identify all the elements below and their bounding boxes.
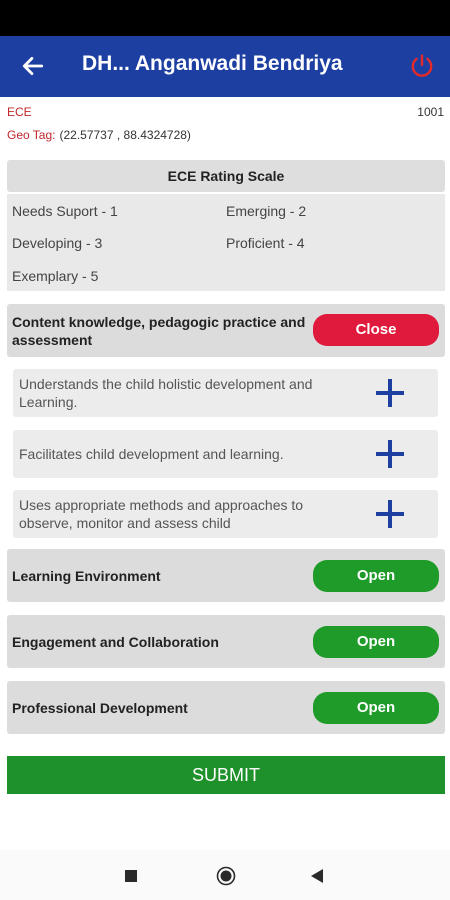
center-id: 1001 (417, 105, 444, 119)
section-content-knowledge: Content knowledge, pedagogic practice an… (7, 304, 445, 357)
section-title: Engagement and Collaboration (12, 634, 219, 650)
criterion-item: Uses appropriate methods and approaches … (13, 490, 438, 538)
open-section-button[interactable]: Open (313, 626, 439, 658)
program-label: ECE (7, 105, 32, 119)
criterion-text: Understands the child holistic developme… (19, 376, 313, 410)
close-section-button[interactable]: Close (313, 314, 439, 346)
geo-tag: Geo Tag: (22.57737 , 88.4324728) (7, 128, 191, 142)
recents-square-icon[interactable] (125, 870, 137, 882)
rating-scale-title: ECE Rating Scale (7, 160, 445, 192)
section-title: Content knowledge, pedagogic practice an… (12, 314, 306, 348)
criterion-text: Facilitates child development and learni… (19, 446, 284, 462)
scale-item-proficient: Proficient - 4 (226, 235, 305, 251)
scale-item-needs-support: Needs Suport - 1 (12, 203, 118, 219)
criterion-item: Facilitates child development and learni… (13, 430, 438, 478)
plus-icon[interactable] (374, 377, 406, 409)
open-section-button[interactable]: Open (313, 692, 439, 724)
back-triangle-icon[interactable] (310, 868, 324, 884)
scale-item-emerging: Emerging - 2 (226, 203, 307, 219)
criterion-item: Understands the child holistic developme… (13, 369, 438, 417)
back-arrow-icon[interactable] (20, 53, 46, 79)
criterion-text: Uses appropriate methods and approaches … (19, 497, 304, 531)
status-bar (0, 0, 450, 36)
page-title: DH... Anganwadi Bendriya (82, 52, 343, 75)
geo-tag-value: (22.57737 , 88.4324728) (59, 128, 191, 142)
plus-icon[interactable] (374, 498, 406, 530)
geo-tag-label: Geo Tag: (7, 128, 56, 142)
app-bar: DH... Anganwadi Bendriya (0, 36, 450, 97)
section-learning-environment: Learning Environment Open (7, 549, 445, 602)
submit-button[interactable]: SUBMIT (7, 756, 445, 794)
power-icon[interactable] (409, 53, 435, 79)
rating-scale-legend: Needs Suport - 1 Emerging - 2 Developing… (7, 194, 445, 291)
system-nav-bar (0, 850, 450, 900)
section-title: Professional Development (12, 700, 188, 716)
open-section-button[interactable]: Open (313, 560, 439, 592)
section-title: Learning Environment (12, 568, 161, 584)
home-circle-icon[interactable] (216, 866, 236, 886)
section-engagement-collaboration: Engagement and Collaboration Open (7, 615, 445, 668)
section-professional-development: Professional Development Open (7, 681, 445, 734)
plus-icon[interactable] (374, 438, 406, 470)
scale-item-developing: Developing - 3 (12, 235, 103, 251)
scale-item-exemplary: Exemplary - 5 (12, 268, 99, 284)
